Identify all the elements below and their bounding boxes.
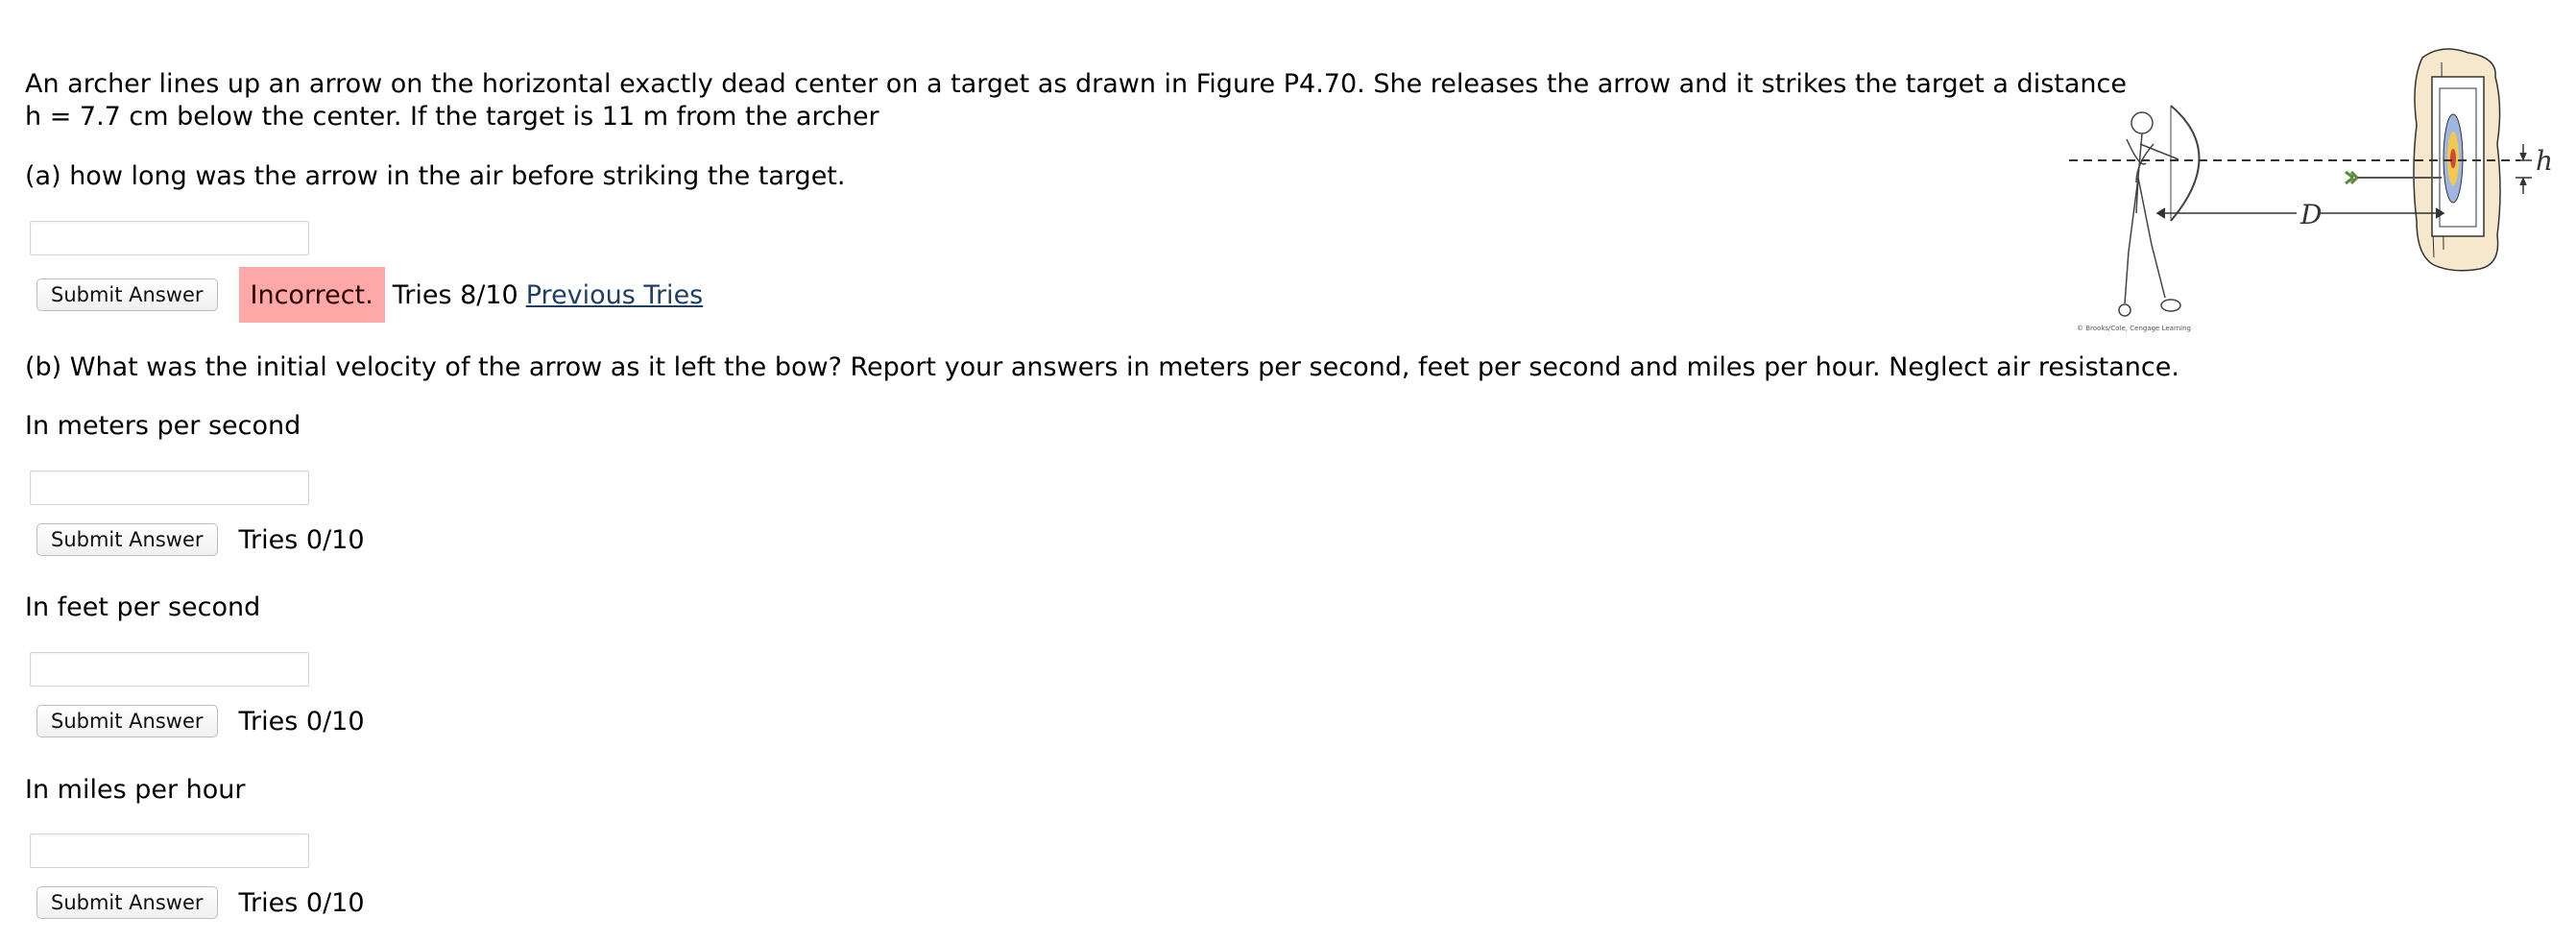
mph-answer-input[interactable] bbox=[30, 833, 309, 868]
mph-tries-count: Tries 0/10 bbox=[238, 887, 365, 918]
previous-tries-link[interactable]: Previous Tries bbox=[526, 280, 704, 310]
d-label: D bbox=[2299, 199, 2322, 230]
mps-label: In meters per second bbox=[25, 411, 301, 441]
part-a-submit-button[interactable]: Submit Answer bbox=[36, 278, 218, 311]
part-a-tries-count: Tries 8/10 bbox=[392, 279, 518, 310]
mph-label: In miles per hour bbox=[25, 775, 246, 805]
figure-credit: © Brooks/Cole, Cengage Learning bbox=[2077, 325, 2191, 332]
mps-answer-input[interactable] bbox=[30, 471, 309, 505]
mps-submit-button[interactable]: Submit Answer bbox=[36, 523, 218, 556]
fps-answer-input[interactable] bbox=[30, 652, 309, 687]
fps-submit-row: Submit Answer Tries 0/10 bbox=[36, 705, 365, 737]
fps-label: In feet per second bbox=[25, 592, 261, 622]
figure-p4-70: h D © Brooks/Cole, Cengage Learning bbox=[2069, 48, 2553, 332]
mps-tries-count: Tries 0/10 bbox=[238, 524, 365, 555]
part-b-question: (b) What was the initial velocity of the… bbox=[25, 352, 2179, 382]
fps-tries-count: Tries 0/10 bbox=[238, 706, 365, 737]
problem-intro-line-2: h = 7.7 cm below the center. If the targ… bbox=[25, 102, 879, 132]
part-a-question: (a) how long was the arrow in the air be… bbox=[25, 161, 846, 191]
fps-submit-button[interactable]: Submit Answer bbox=[36, 705, 218, 737]
mph-submit-button[interactable]: Submit Answer bbox=[36, 886, 218, 919]
part-a-submit-row: Submit Answer Incorrect. Tries 8/10 Prev… bbox=[36, 267, 704, 323]
part-a-answer-input[interactable] bbox=[30, 221, 309, 255]
problem-intro-line-1: An archer lines up an arrow on the horiz… bbox=[25, 69, 2127, 99]
mps-submit-row: Submit Answer Tries 0/10 bbox=[36, 523, 365, 556]
problem-statement: An archer lines up an arrow on the horiz… bbox=[25, 68, 2127, 133]
archer-figure bbox=[2118, 105, 2201, 317]
mph-submit-row: Submit Answer Tries 0/10 bbox=[36, 886, 365, 919]
h-label: h bbox=[2536, 145, 2553, 177]
h-dimension bbox=[2516, 144, 2532, 194]
incorrect-badge: Incorrect. bbox=[238, 267, 385, 323]
